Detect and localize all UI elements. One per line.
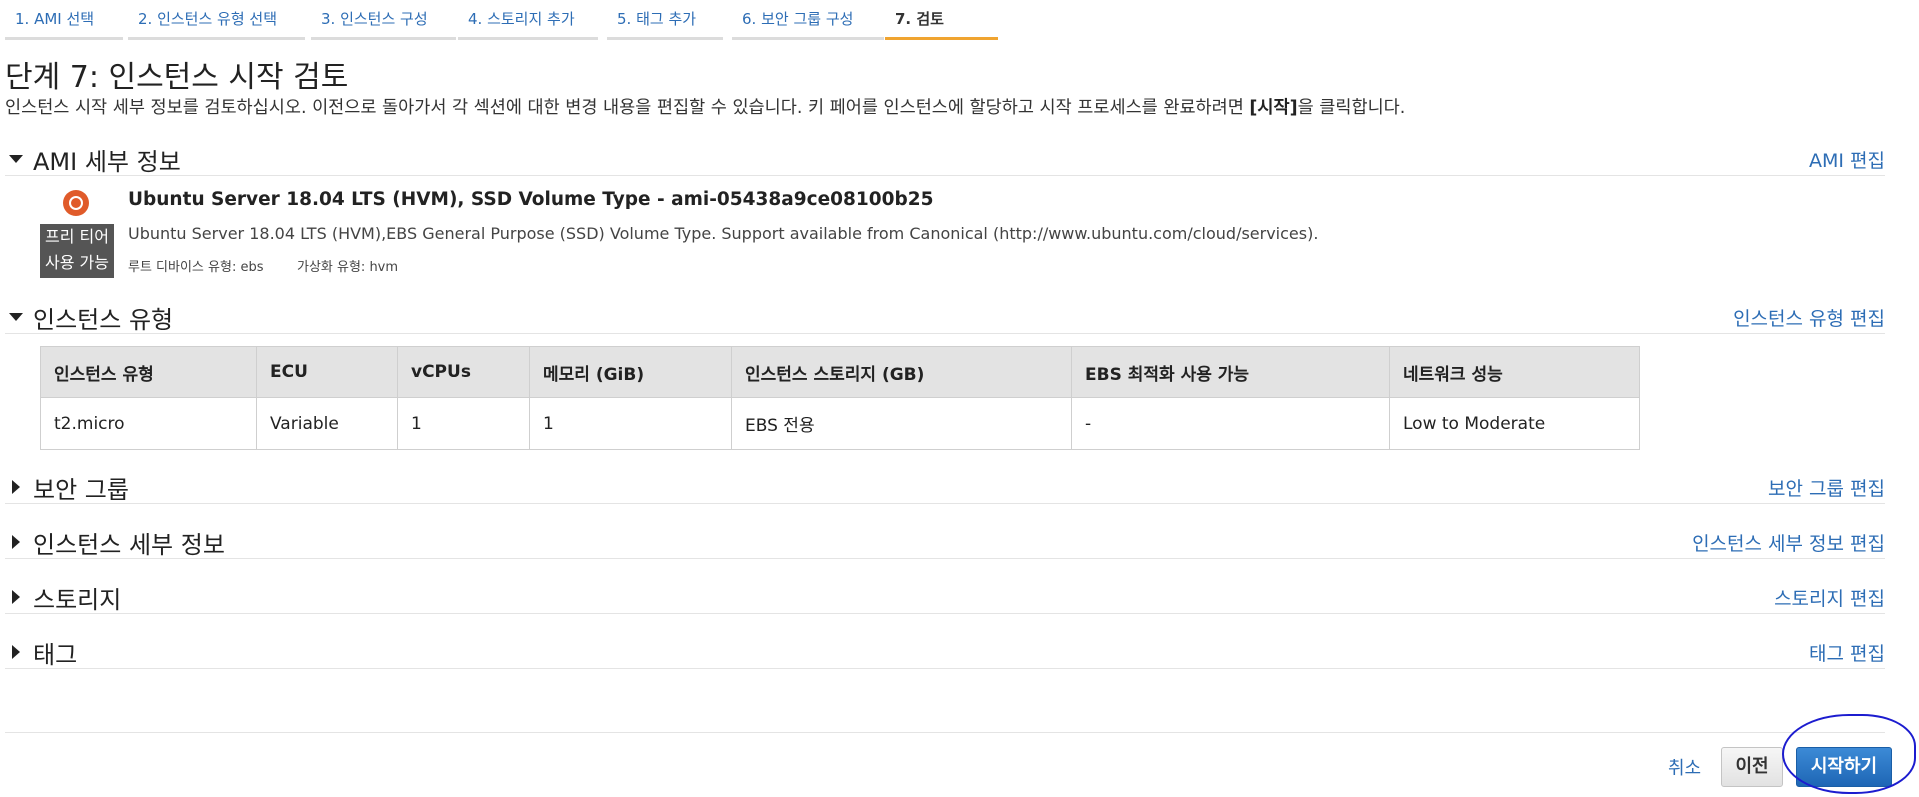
col-instance-type: 인스턴스 유형	[40, 346, 257, 398]
page-desc-tail: 을 클릭합니다.	[1297, 98, 1406, 118]
cell-instance-storage: EBS 전용	[731, 397, 1072, 450]
tab-add-storage[interactable]: 4. 스토리지 추가	[458, 0, 598, 40]
caret-down-icon[interactable]	[9, 155, 23, 163]
cancel-link[interactable]: 취소	[1668, 754, 1701, 780]
ami-name: Ubuntu Server 18.04 LTS (HVM), SSD Volum…	[128, 189, 934, 210]
caret-down-icon[interactable]	[9, 313, 23, 321]
section-instance-type-title[interactable]: 인스턴스 유형	[33, 300, 173, 335]
tab-review[interactable]: 7. 검토	[885, 0, 998, 40]
table-row: t2.micro Variable 1 1 EBS 전용 - Low to Mo…	[40, 397, 1640, 450]
table-header-row: 인스턴스 유형 ECU vCPUs 메모리 (GiB) 인스턴스 스토리지 (G…	[40, 346, 1640, 398]
instance-type-table: 인스턴스 유형 ECU vCPUs 메모리 (GiB) 인스턴스 스토리지 (G…	[40, 346, 1640, 450]
edit-storage-link[interactable]: 스토리지 편집	[1774, 584, 1885, 611]
section-storage: 스토리지 스토리지 편집	[5, 580, 1885, 614]
edit-instance-type-link[interactable]: 인스턴스 유형 편집	[1733, 304, 1885, 331]
page-desc-bold: [시작]	[1249, 98, 1298, 118]
section-ami: AMI 세부 정보 AMI 편집	[5, 142, 1885, 176]
page-title: 단계 7: 인스턴스 시작 검토	[5, 60, 349, 95]
free-tier-badge-line2: 사용 가능	[45, 253, 109, 272]
caret-right-icon[interactable]	[12, 645, 20, 659]
cell-network-performance: Low to Moderate	[1389, 397, 1640, 450]
edit-security-group-link[interactable]: 보안 그룹 편집	[1768, 474, 1885, 501]
caret-right-icon[interactable]	[12, 590, 20, 604]
cell-instance-type: t2.micro	[40, 397, 257, 450]
col-ebs-optimized: EBS 최적화 사용 가능	[1071, 346, 1390, 398]
page-desc-text: 인스턴스 시작 세부 정보를 검토하십시오. 이전으로 돌아가서 각 섹션에 대…	[5, 98, 1250, 118]
free-tier-badge-line1: 프리 티어	[45, 227, 109, 246]
edit-ami-link[interactable]: AMI 편집	[1809, 146, 1885, 173]
section-instance-details-title[interactable]: 인스턴스 세부 정보	[33, 525, 225, 560]
col-network-performance: 네트워크 성능	[1389, 346, 1640, 398]
col-instance-storage: 인스턴스 스토리지 (GB)	[731, 346, 1072, 398]
edit-tags-link[interactable]: 태그 편집	[1809, 639, 1885, 666]
previous-button[interactable]: 이전	[1721, 747, 1783, 787]
free-tier-badge: 프리 티어 사용 가능	[40, 224, 114, 278]
tab-ami-select[interactable]: 1. AMI 선택	[5, 0, 123, 40]
tab-instance-type[interactable]: 2. 인스턴스 유형 선택	[128, 0, 305, 40]
tab-instance-config[interactable]: 3. 인스턴스 구성	[311, 0, 456, 40]
section-security-group-title[interactable]: 보안 그룹	[33, 470, 129, 505]
col-memory: 메모리 (GiB)	[529, 346, 732, 398]
section-instance-type: 인스턴스 유형 인스턴스 유형 편집	[5, 300, 1885, 334]
section-instance-details: 인스턴스 세부 정보 인스턴스 세부 정보 편집	[5, 525, 1885, 559]
col-ecu: ECU	[256, 346, 398, 398]
cell-ebs-optimized: -	[1071, 397, 1390, 450]
cell-ecu: Variable	[256, 397, 398, 450]
edit-instance-details-link[interactable]: 인스턴스 세부 정보 편집	[1692, 529, 1885, 556]
ami-description: Ubuntu Server 18.04 LTS (HVM),EBS Genera…	[128, 224, 1319, 243]
section-storage-title[interactable]: 스토리지	[33, 580, 121, 615]
ubuntu-logo-icon	[63, 190, 89, 216]
ami-virtualization: 가상화 유형: hvm	[297, 260, 399, 275]
section-ami-title[interactable]: AMI 세부 정보	[33, 142, 181, 177]
caret-right-icon[interactable]	[12, 535, 20, 549]
footer-divider	[5, 732, 1885, 733]
section-tags-title[interactable]: 태그	[33, 635, 77, 670]
tab-add-tags[interactable]: 5. 태그 추가	[607, 0, 723, 40]
cell-memory: 1	[529, 397, 732, 450]
section-tags: 태그 태그 편집	[5, 635, 1885, 669]
ami-root-device: 루트 디바이스 유형: ebs	[128, 260, 264, 275]
tab-security-group[interactable]: 6. 보안 그룹 구성	[732, 0, 884, 40]
caret-right-icon[interactable]	[12, 480, 20, 494]
col-vcpus: vCPUs	[397, 346, 530, 398]
cell-vcpus: 1	[397, 397, 530, 450]
page-description: 인스턴스 시작 세부 정보를 검토하십시오. 이전으로 돌아가서 각 섹션에 대…	[5, 94, 1405, 119]
section-security-group: 보안 그룹 보안 그룹 편집	[5, 470, 1885, 504]
launch-button[interactable]: 시작하기	[1796, 747, 1892, 787]
